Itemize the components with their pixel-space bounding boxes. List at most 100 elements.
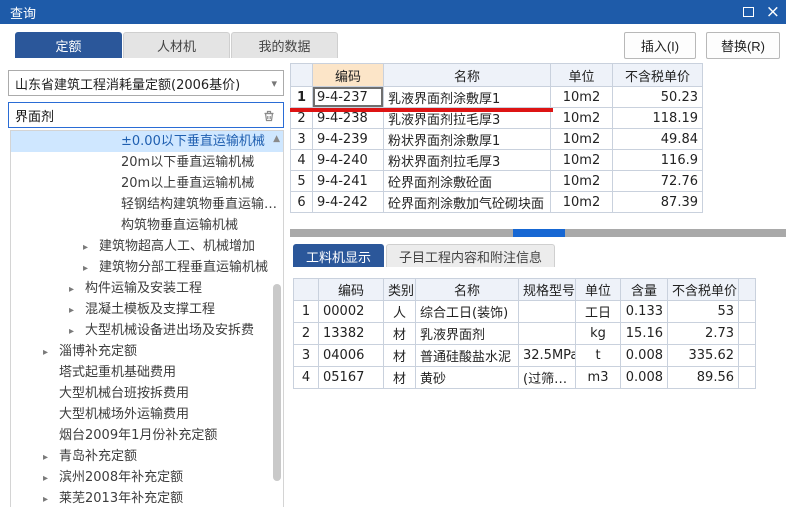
cell-code[interactable]: 04006 [318, 344, 384, 367]
cell-name[interactable]: 综合工日(装饰) [415, 300, 519, 323]
expand-arrow-icon[interactable]: ▸ [43, 489, 59, 507]
expand-arrow-icon[interactable]: ▸ [83, 258, 99, 279]
tab-rencaiji[interactable]: 人材机 [123, 32, 230, 58]
cell-spec[interactable] [518, 300, 576, 323]
cell-unit[interactable]: t [575, 344, 621, 367]
table-row[interactable]: 5 9-4-241 砼界面剂涂敷砼面 10m2 72.76 [290, 170, 703, 192]
cell-code[interactable]: 9-4-242 [312, 191, 384, 213]
cell-price[interactable]: 89.56 [667, 366, 739, 389]
table-row[interactable]: 4 9-4-240 粉状界面剂拉毛厚3 10m2 116.9 [290, 149, 703, 171]
cell-qty[interactable]: 0.133 [620, 300, 668, 323]
cell-code[interactable]: 9-4-241 [312, 170, 384, 192]
insert-button[interactable]: 插入(I) [623, 32, 696, 59]
cell-qty[interactable]: 0.008 [620, 366, 668, 389]
horizontal-scrollbar[interactable] [290, 229, 786, 237]
cell-spec[interactable]: (过筛… [518, 366, 576, 389]
tree-item[interactable]: ±0.00以下垂直运输机械 [11, 131, 283, 152]
cell-code[interactable]: 00002 [318, 300, 384, 323]
tree-item[interactable]: ▸ 滨州2008年补充定额 [11, 467, 283, 488]
table-row[interactable]: 1 00002 人 综合工日(装饰) 工日 0.133 53 [293, 300, 756, 323]
table-row[interactable]: 3 9-4-239 粉状界面剂涂敷厚1 10m2 49.84 [290, 128, 703, 150]
tab-my-data[interactable]: 我的数据 [231, 32, 338, 58]
tree-item[interactable]: ▸ 莱芜2013年补充定额 [11, 488, 283, 507]
cell-name[interactable]: 粉状界面剂涂敷厚1 [383, 128, 551, 150]
cell-code[interactable]: 05167 [318, 366, 384, 389]
cell-code[interactable]: 13382 [318, 322, 384, 345]
tree-item[interactable]: 轻钢结构建筑物垂直运输… [11, 194, 283, 215]
tab-dinge[interactable]: 定额 [15, 32, 122, 58]
cell-name[interactable]: 粉状界面剂拉毛厚3 [383, 149, 551, 171]
expand-arrow-icon[interactable]: ▸ [69, 300, 85, 321]
tree-scrollbar-thumb[interactable] [273, 284, 281, 481]
tree-item[interactable]: 大型机械场外运输费用 [11, 404, 283, 425]
table-row[interactable]: 6 9-4-242 砼界面剂涂敷加气砼砌块面 10m2 87.39 [290, 191, 703, 213]
expand-arrow-icon[interactable]: ▸ [43, 342, 59, 363]
cell-price[interactable]: 116.9 [612, 149, 703, 171]
cell-name[interactable]: 乳液界面剂涂敷厚1 [383, 86, 551, 108]
cell-code[interactable]: 9-4-240 [312, 149, 384, 171]
cell-price[interactable]: 53 [667, 300, 739, 323]
cell-price[interactable]: 50.23 [612, 86, 703, 108]
cell-price[interactable]: 118.19 [612, 107, 703, 129]
cell-price[interactable]: 49.84 [612, 128, 703, 150]
expand-arrow-icon[interactable]: ▸ [43, 468, 59, 489]
cell-unit[interactable]: 10m2 [550, 128, 613, 150]
expand-arrow-icon[interactable]: ▸ [83, 237, 99, 258]
tree-item[interactable]: 烟台2009年1月份补充定额 [11, 425, 283, 446]
tree-item[interactable]: 20m以下垂直运输机械 [11, 152, 283, 173]
tree-item[interactable]: 20m以上垂直运输机械 [11, 173, 283, 194]
cell-name[interactable]: 乳液界面剂 [415, 322, 519, 345]
cell-spec[interactable] [518, 322, 576, 345]
expand-arrow-icon[interactable]: ▸ [69, 279, 85, 300]
cell-unit[interactable]: 10m2 [550, 107, 613, 129]
cell-price[interactable]: 2.73 [667, 322, 739, 345]
cell-unit[interactable]: 10m2 [550, 86, 613, 108]
cell-unit[interactable]: 10m2 [550, 191, 613, 213]
tree-item[interactable]: ▸ 青岛补充定额 [11, 446, 283, 467]
cell-unit[interactable]: 10m2 [550, 149, 613, 171]
cell-qty[interactable]: 15.16 [620, 322, 668, 345]
cell-name[interactable]: 砼界面剂涂敷砼面 [383, 170, 551, 192]
cell-price[interactable]: 87.39 [612, 191, 703, 213]
cell-unit[interactable]: 工日 [575, 300, 621, 323]
cell-price[interactable]: 72.76 [612, 170, 703, 192]
tree-item[interactable]: ▸ 淄博补充定额 [11, 341, 283, 362]
cell-name[interactable]: 砼界面剂涂敷加气砼砌块面 [383, 191, 551, 213]
cell-name[interactable]: 普通硅酸盐水泥 [415, 344, 519, 367]
cell-price[interactable]: 335.62 [667, 344, 739, 367]
cell-spec[interactable]: 32.5MPa [518, 344, 576, 367]
table-row[interactable]: 1 9-4-237 乳液界面剂涂敷厚1 10m2 50.23 [290, 86, 703, 108]
tree-item[interactable]: 塔式起重机基础费用 [11, 362, 283, 383]
cell-code[interactable]: 9-4-239 [312, 128, 384, 150]
cell-unit[interactable]: m3 [575, 366, 621, 389]
table-row[interactable]: 3 04006 材 普通硅酸盐水泥 32.5MPa t 0.008 335.62 [293, 344, 756, 367]
cell-type[interactable]: 材 [383, 322, 416, 345]
table-row[interactable]: 4 05167 材 黄砂 (过筛… m3 0.008 89.56 [293, 366, 756, 389]
maximize-icon[interactable] [742, 7, 754, 17]
search-input[interactable] [15, 107, 261, 123]
cell-qty[interactable]: 0.008 [620, 344, 668, 367]
replace-button[interactable]: 替换(R) [705, 32, 780, 59]
tab-work-content-notes[interactable]: 子目工程内容和附注信息 [386, 244, 556, 267]
expand-arrow-icon[interactable]: ▸ [43, 447, 59, 468]
cell-type[interactable]: 人 [383, 300, 416, 323]
cell-name[interactable]: 黄砂 [415, 366, 519, 389]
tree-item[interactable]: ▸ 建筑物超高人工、机械增加 [11, 236, 283, 257]
close-icon[interactable]: × [766, 0, 780, 24]
cell-code[interactable]: 9-4-237 [312, 86, 384, 108]
tree-item[interactable]: ▸ 构件运输及安装工程 [11, 278, 283, 299]
expand-arrow-icon[interactable]: ▸ [69, 321, 85, 342]
tree-item[interactable]: ▸ 混凝土模板及支撑工程 [11, 299, 283, 320]
quota-library-dropdown[interactable]: 山东省建筑工程消耗量定额(2006基价) ▾ [8, 70, 284, 96]
scroll-up-icon[interactable]: ▲ [273, 134, 280, 144]
tab-resource-display[interactable]: 工料机显示 [293, 244, 385, 267]
tree-item[interactable]: 构筑物垂直运输机械 [11, 215, 283, 236]
tree-item[interactable]: ▸ 建筑物分部工程垂直运输机械 [11, 257, 283, 278]
horizontal-scrollbar-thumb[interactable] [513, 229, 565, 237]
cell-type[interactable]: 材 [383, 344, 416, 367]
clear-filter-icon[interactable] [261, 107, 277, 123]
cell-unit[interactable]: 10m2 [550, 170, 613, 192]
tree-item[interactable]: ▸ 大型机械设备进出场及安拆费 [11, 320, 283, 341]
cell-unit[interactable]: kg [575, 322, 621, 345]
tree-item[interactable]: 大型机械台班按拆费用 [11, 383, 283, 404]
